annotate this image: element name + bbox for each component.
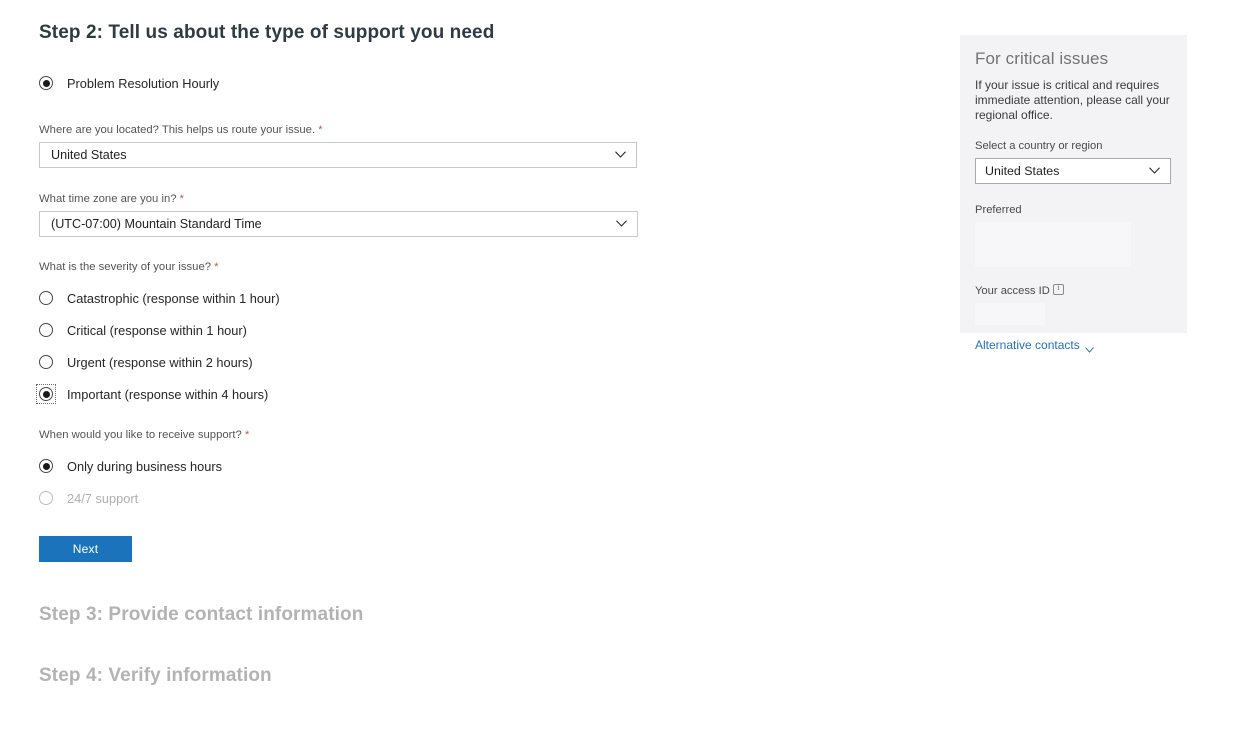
support-hours-option-label: Only during business hours — [67, 459, 222, 474]
severity-label-text: What is the severity of your issue? — [39, 261, 211, 273]
radio-unselected-icon — [39, 491, 53, 505]
chevron-down-icon — [615, 151, 626, 158]
timezone-label: What time zone are you in? * — [39, 193, 659, 205]
panel-country-select[interactable]: United States — [975, 158, 1171, 184]
location-value: United States — [40, 148, 127, 162]
radio-selected-icon — [39, 459, 53, 473]
severity-option-important[interactable]: Important (response within 4 hours) — [39, 384, 659, 404]
preferred-label: Preferred — [975, 204, 1171, 216]
location-label-text: Where are you located? This helps us rou… — [39, 124, 315, 136]
access-id-label: Your access ID — [975, 283, 1171, 297]
alternative-contacts-link[interactable]: Alternative contacts — [975, 338, 1094, 352]
panel-country-value: United States — [976, 164, 1059, 178]
severity-option-label: Catastrophic (response within 1 hour) — [67, 291, 280, 306]
step3-heading[interactable]: Step 3: Provide contact information — [39, 604, 659, 626]
support-hours-label-text: When would you like to receive support? — [39, 429, 242, 441]
critical-issues-panel: For critical issues If your issue is cri… — [960, 35, 1187, 333]
radio-unselected-icon — [39, 355, 53, 369]
severity-option-urgent[interactable]: Urgent (response within 2 hours) — [39, 352, 659, 372]
radio-selected-icon — [39, 387, 53, 401]
support-plan-label: Problem Resolution Hourly — [67, 76, 219, 91]
support-hours-option-business[interactable]: Only during business hours — [39, 456, 659, 476]
required-indicator: * — [245, 429, 249, 441]
support-hours-label: When would you like to receive support? … — [39, 429, 659, 441]
severity-label: What is the severity of your issue? * — [39, 261, 659, 273]
alternative-contacts-label: Alternative contacts — [975, 338, 1080, 352]
panel-country-label: Select a country or region — [975, 140, 1171, 152]
chevron-down-icon — [1085, 342, 1094, 348]
required-indicator: * — [318, 124, 322, 136]
support-form: Step 2: Tell us about the type of suppor… — [39, 0, 659, 687]
support-hours-option-247: 24/7 support — [39, 488, 659, 508]
step4-heading[interactable]: Step 4: Verify information — [39, 665, 659, 687]
chevron-down-icon — [1149, 167, 1160, 174]
required-indicator: * — [214, 261, 218, 273]
panel-description: If your issue is critical and requires i… — [975, 78, 1171, 123]
support-hours-option-label: 24/7 support — [67, 491, 138, 506]
severity-option-label: Important (response within 4 hours) — [67, 387, 268, 402]
location-select[interactable]: United States — [39, 142, 637, 168]
chevron-down-icon — [616, 220, 627, 227]
focus-outline — [36, 384, 56, 404]
required-indicator: * — [180, 193, 184, 205]
severity-option-label: Critical (response within 1 hour) — [67, 323, 247, 338]
access-id-label-text: Your access ID — [975, 285, 1050, 297]
location-label: Where are you located? This helps us rou… — [39, 124, 659, 136]
radio-selected-icon — [39, 76, 53, 90]
panel-title: For critical issues — [975, 49, 1171, 69]
support-plan-radio[interactable]: Problem Resolution Hourly — [39, 73, 659, 93]
timezone-value: (UTC-07:00) Mountain Standard Time — [40, 217, 262, 231]
preferred-placeholder — [975, 222, 1131, 267]
info-icon[interactable] — [1053, 284, 1064, 295]
page-title: Step 2: Tell us about the type of suppor… — [39, 0, 659, 44]
timezone-select[interactable]: (UTC-07:00) Mountain Standard Time — [39, 211, 638, 237]
access-id-placeholder — [975, 303, 1045, 325]
timezone-label-text: What time zone are you in? — [39, 193, 177, 205]
radio-unselected-icon — [39, 323, 53, 337]
severity-option-label: Urgent (response within 2 hours) — [67, 355, 253, 370]
severity-option-catastrophic[interactable]: Catastrophic (response within 1 hour) — [39, 288, 659, 308]
severity-option-critical[interactable]: Critical (response within 1 hour) — [39, 320, 659, 340]
radio-unselected-icon — [39, 291, 53, 305]
next-button[interactable]: Next — [39, 536, 132, 562]
